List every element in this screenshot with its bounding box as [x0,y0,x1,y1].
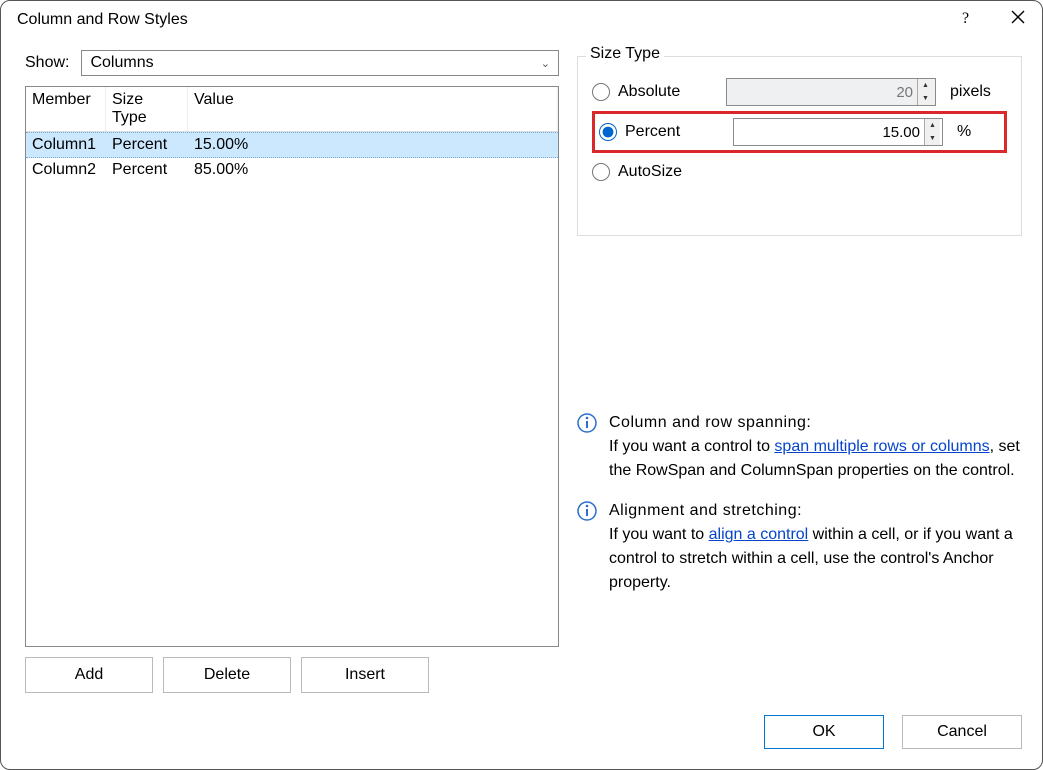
header-value[interactable]: Value [188,87,558,131]
align-link[interactable]: align a control [709,526,809,543]
info-span-pre: If you want a control to [609,438,774,455]
info-icon [577,413,597,433]
delete-button[interactable]: Delete [163,657,291,693]
ok-button[interactable]: OK [764,715,884,749]
info-span-heading: Column and row spanning: [609,414,811,431]
cell-member: Column2 [26,158,106,182]
percent-radio[interactable] [599,123,617,141]
titlebar-controls: ? [954,9,1030,30]
content-area: Show: Columns ⌄ Member Size Type Value C… [1,34,1042,703]
info-align-row: Alignment and stretching: If you want to… [577,499,1022,595]
percent-highlight: Percent 15.00 ▲ ▼ % [592,111,1007,153]
absolute-label: Absolute [618,83,718,101]
absolute-radio[interactable] [592,83,610,101]
dialog-window: Column and Row Styles ? Show: Columns ⌄ … [0,0,1043,770]
cell-value: 15.00% [188,133,558,157]
absolute-row: Absolute 20 ▲ ▼ pixels [592,75,1007,109]
percent-label: Percent [625,123,725,141]
chevron-down-icon: ⌄ [541,57,550,70]
size-type-title: Size Type [586,45,664,63]
help-icon[interactable]: ? [954,9,978,30]
members-grid[interactable]: Member Size Type Value Column1 Percent 1… [25,86,559,647]
percent-unit: % [957,123,971,141]
grid-buttons: Add Delete Insert [25,657,559,693]
autosize-radio[interactable] [592,163,610,181]
absolute-spinner: ▲ ▼ [917,79,933,105]
percent-input[interactable]: 15.00 ▲ ▼ [733,118,943,146]
header-size-type[interactable]: Size Type [106,87,188,131]
right-panel: Size Type Absolute 20 ▲ ▼ pixels [577,50,1022,693]
add-button[interactable]: Add [25,657,153,693]
info-align-heading: Alignment and stretching: [609,502,802,519]
cell-size-type: Percent [106,158,188,182]
show-dropdown-value: Columns [90,54,153,72]
info-span-text: Column and row spanning: If you want a c… [609,411,1022,483]
header-member[interactable]: Member [26,87,106,131]
insert-button[interactable]: Insert [301,657,429,693]
close-icon[interactable] [1006,9,1030,30]
left-panel: Show: Columns ⌄ Member Size Type Value C… [25,50,559,693]
absolute-unit: pixels [950,83,991,101]
cancel-button[interactable]: Cancel [902,715,1022,749]
svg-text:?: ? [962,10,969,25]
window-title: Column and Row Styles [17,11,188,29]
show-dropdown[interactable]: Columns ⌄ [81,50,559,76]
autosize-label: AutoSize [618,163,718,181]
info-section: Column and row spanning: If you want a c… [577,411,1022,595]
titlebar: Column and Row Styles ? [1,1,1042,34]
info-align-pre: If you want to [609,526,709,543]
size-type-group: Size Type Absolute 20 ▲ ▼ pixels [577,56,1022,236]
cell-member: Column1 [26,133,106,157]
percent-row: Percent 15.00 ▲ ▼ % [599,118,1000,146]
cell-size-type: Percent [106,133,188,157]
info-icon [577,501,597,521]
cell-value: 85.00% [188,158,558,182]
grid-header: Member Size Type Value [26,87,558,132]
spin-down-icon[interactable]: ▼ [925,132,940,145]
absolute-input: 20 ▲ ▼ [726,78,936,106]
table-row[interactable]: Column1 Percent 15.00% [26,132,558,158]
show-row: Show: Columns ⌄ [25,50,559,76]
show-label: Show: [25,54,69,72]
spin-up-icon: ▲ [918,79,933,92]
spin-up-icon[interactable]: ▲ [925,119,940,132]
percent-value: 15.00 [734,124,924,141]
footer: OK Cancel [1,703,1042,769]
info-span-row: Column and row spanning: If you want a c… [577,411,1022,483]
table-row[interactable]: Column2 Percent 85.00% [26,158,558,182]
percent-spinner[interactable]: ▲ ▼ [924,119,940,145]
autosize-row: AutoSize [592,155,1007,189]
span-link[interactable]: span multiple rows or columns [774,438,989,455]
spin-down-icon: ▼ [918,92,933,105]
absolute-value: 20 [727,84,917,101]
info-align-text: Alignment and stretching: If you want to… [609,499,1022,595]
